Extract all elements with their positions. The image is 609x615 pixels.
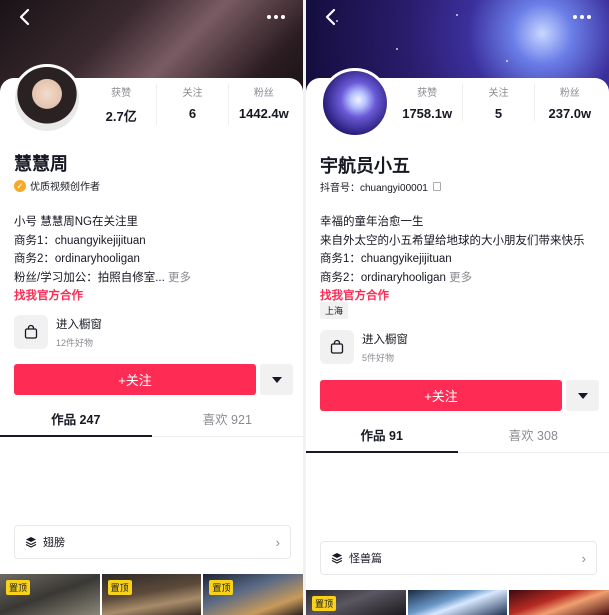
- pinned-badge: 置顶: [312, 596, 337, 611]
- bio-line-with-more: 粉丝/学习加公：拍照自修室... 更多: [14, 269, 191, 288]
- stats-row: 获赞 2.7亿 关注 6 粉丝 1442.4w: [86, 84, 299, 125]
- stat-label: 关注: [488, 88, 509, 99]
- layers-icon: [25, 537, 37, 548]
- avatar[interactable]: [12, 64, 82, 134]
- stat-value: 2.7亿: [105, 109, 137, 124]
- back-arrow-icon[interactable]: [14, 6, 36, 28]
- caret-down-icon: [271, 376, 282, 383]
- collection-label: 翅膀: [43, 537, 65, 549]
- bio-line: 商务1：chuangyikejijituan: [14, 234, 146, 247]
- bio-line: 粉丝/学习加公：拍照自修室...: [14, 271, 165, 284]
- location-tag: 上海: [320, 302, 349, 319]
- stat-value: 1758.1w: [402, 106, 453, 121]
- tab-likes[interactable]: 喜欢 308: [458, 420, 609, 452]
- dropdown-button[interactable]: [260, 364, 293, 395]
- video-thumbnail[interactable]: 置顶: [101, 574, 202, 615]
- stat-value: 237.0w: [548, 106, 592, 121]
- bio-line: 商务2：ordinaryhooligan: [320, 271, 446, 284]
- follow-row: +关注: [14, 364, 293, 395]
- tab-works[interactable]: 作品 247: [0, 404, 152, 437]
- shop-title: 进入橱窗: [362, 333, 408, 346]
- profile-card: 获赞 2.7亿 关注 6 粉丝 1442.4w 慧慧周 ✓ 优质视频创作者 小号…: [0, 64, 303, 615]
- chevron-right-icon: ›: [275, 534, 280, 550]
- bio-line-with-more: 商务2：ordinaryhooligan 更多: [320, 269, 585, 288]
- collection-label: 怪兽篇: [349, 553, 382, 565]
- profile-name: 慧慧周: [14, 154, 68, 174]
- follow-button[interactable]: +关注: [14, 364, 256, 395]
- stat-following[interactable]: 关注 5: [462, 84, 533, 121]
- stat-label: 粉丝: [559, 88, 580, 99]
- video-thumbnail[interactable]: 置顶: [0, 574, 100, 615]
- shop-count: 12件好物: [56, 337, 94, 348]
- content-tabs: 作品 247 喜欢 921: [0, 404, 303, 437]
- shopping-bag-icon: [14, 315, 48, 349]
- account-id-row: 抖音号：chuangyi00001: [320, 179, 441, 194]
- bio-line: 幸福的童年治愈一生: [320, 216, 424, 228]
- collection-entry[interactable]: 怪兽篇 ›: [320, 541, 597, 575]
- creator-badge[interactable]: ✓ 优质视频创作者: [14, 178, 100, 193]
- bio-line: 商务2：ordinaryhooligan: [14, 253, 140, 265]
- video-grid: 置顶: [306, 590, 609, 615]
- stat-value: 6: [188, 106, 197, 121]
- more-options-icon[interactable]: [263, 6, 289, 28]
- bio-text: 幸福的童年治愈一生 来自外太空的小五希望给地球的大小朋友们带来快乐 商务1：ch…: [320, 213, 585, 306]
- pinned-badge: 置顶: [107, 580, 132, 595]
- stat-followers[interactable]: 粉丝 237.0w: [533, 84, 605, 121]
- bio-line: 来自外太空的小五希望给地球的大小朋友们带来快乐: [320, 234, 585, 247]
- official-cooperation-link[interactable]: 找我官方合作: [320, 287, 585, 306]
- bio-line: 商务1：chuangyikejijituan: [320, 253, 452, 265]
- stats-row: 获赞 1758.1w 关注 5 粉丝 237.0w: [392, 84, 605, 121]
- pinned-badge: 置顶: [6, 580, 31, 595]
- shop-count: 5件好物: [362, 352, 395, 363]
- caret-down-icon: [577, 392, 588, 399]
- profile-panel-right: 获赞 1758.1w 关注 5 粉丝 237.0w 宇航员小五 抖音号：chua…: [306, 0, 609, 615]
- stat-value: 5: [494, 106, 503, 121]
- avatar[interactable]: [320, 68, 390, 138]
- shop-window-entry[interactable]: 进入橱窗 12件好物: [14, 315, 102, 349]
- shop-window-entry[interactable]: 进入橱窗 5件好物: [320, 330, 408, 364]
- bio-line: 小号 慧慧周NG在关注里: [14, 216, 138, 228]
- stat-following[interactable]: 关注 6: [156, 84, 227, 125]
- pinned-badge: 置顶: [209, 580, 234, 595]
- stat-followers[interactable]: 粉丝 1442.4w: [227, 84, 299, 125]
- badge-label: 优质视频创作者: [30, 182, 100, 193]
- stat-likes[interactable]: 获赞 2.7亿: [86, 84, 156, 125]
- stat-likes[interactable]: 获赞 1758.1w: [392, 84, 462, 121]
- stat-label: 获赞: [417, 88, 438, 99]
- account-id: 抖音号：chuangyi00001: [320, 183, 428, 194]
- tab-works[interactable]: 作品 91: [306, 420, 458, 453]
- layers-icon: [331, 553, 343, 564]
- profile-name: 宇航员小五: [320, 156, 410, 176]
- copy-icon[interactable]: [432, 182, 441, 191]
- chevron-right-icon: ›: [581, 550, 586, 566]
- profile-panel-left: 获赞 2.7亿 关注 6 粉丝 1442.4w 慧慧周 ✓ 优质视频创作者 小号…: [0, 0, 303, 615]
- stat-value: 1442.4w: [238, 106, 289, 121]
- more-link[interactable]: 更多: [449, 272, 472, 284]
- stat-label: 关注: [182, 88, 203, 99]
- video-thumbnail[interactable]: 置顶: [306, 590, 406, 615]
- content-tabs: 作品 91 喜欢 308: [306, 420, 609, 453]
- tab-likes[interactable]: 喜欢 921: [152, 404, 304, 436]
- verified-check-icon: ✓: [14, 179, 26, 192]
- back-arrow-icon[interactable]: [320, 6, 342, 28]
- shopping-bag-icon: [320, 330, 354, 364]
- shop-title: 进入橱窗: [56, 318, 102, 331]
- official-cooperation-link[interactable]: 找我官方合作: [14, 287, 191, 306]
- more-link[interactable]: 更多: [168, 272, 191, 284]
- stat-label: 粉丝: [253, 88, 274, 99]
- video-thumbnail[interactable]: [407, 590, 508, 615]
- collection-entry[interactable]: 翅膀 ›: [14, 525, 291, 559]
- bio-text: 小号 慧慧周NG在关注里 商务1：chuangyikejijituan 商务2：…: [14, 213, 191, 306]
- more-options-icon[interactable]: [569, 6, 595, 28]
- profile-card: 获赞 1758.1w 关注 5 粉丝 237.0w 宇航员小五 抖音号：chua…: [306, 68, 609, 615]
- follow-button[interactable]: +关注: [320, 380, 562, 411]
- stat-label: 获赞: [111, 88, 132, 99]
- video-grid: 置顶 置顶 置顶: [0, 574, 303, 615]
- follow-row: +关注: [320, 380, 599, 411]
- dropdown-button[interactable]: [566, 380, 599, 411]
- video-thumbnail[interactable]: [509, 590, 609, 615]
- video-thumbnail[interactable]: 置顶: [203, 574, 303, 615]
